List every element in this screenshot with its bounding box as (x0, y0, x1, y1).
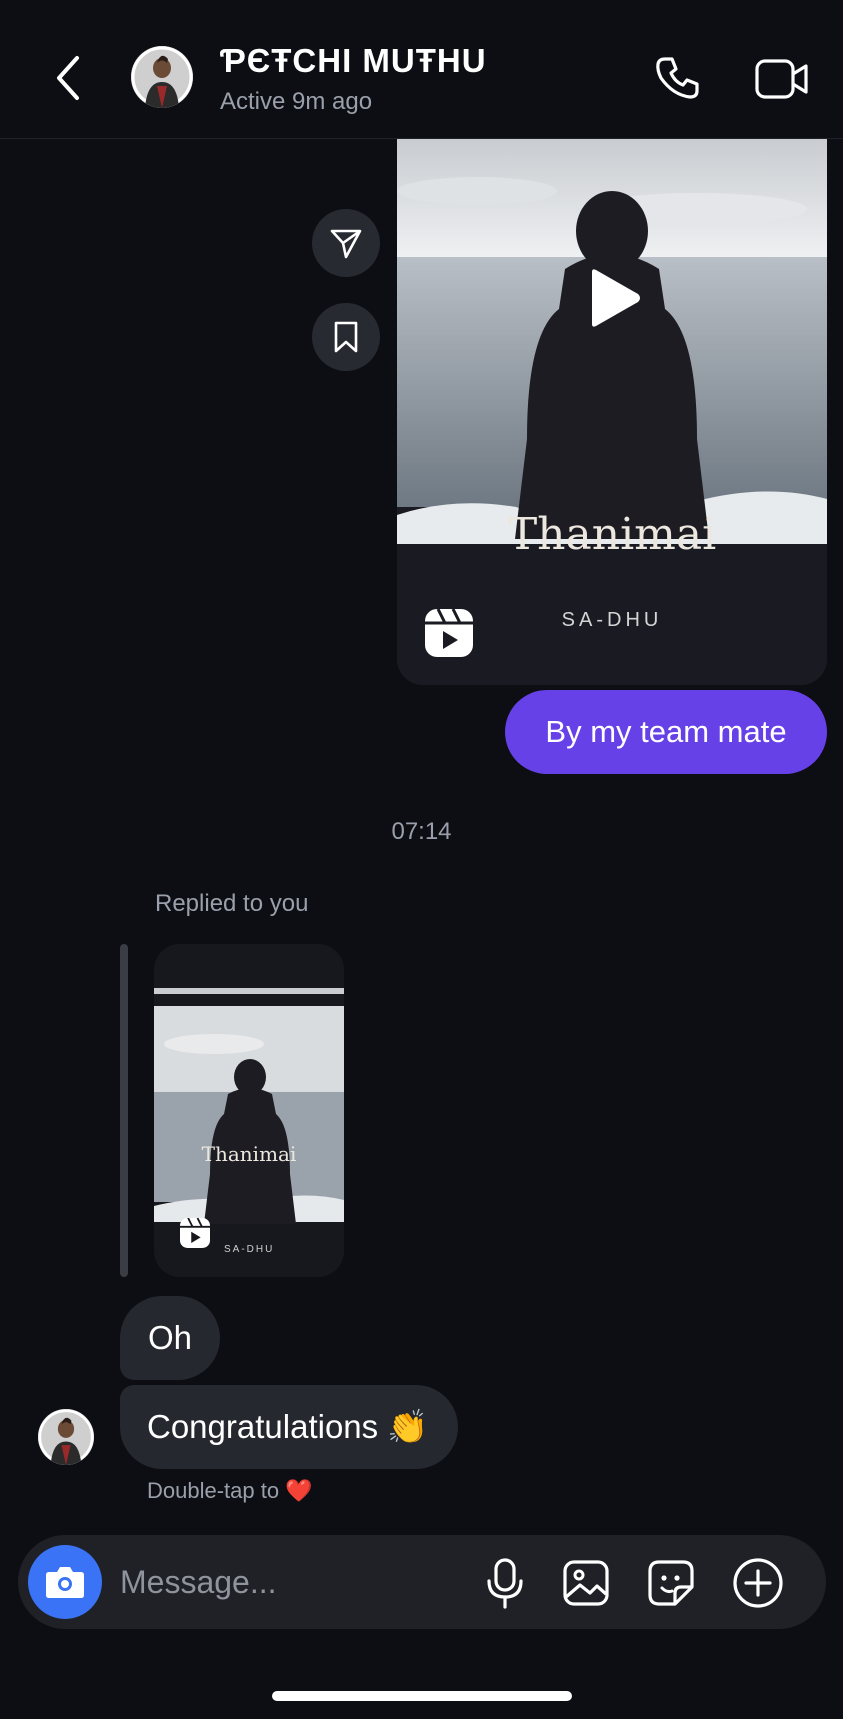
reply-indicator-line (120, 944, 128, 1277)
call-button[interactable] (652, 52, 702, 104)
play-icon (592, 269, 640, 327)
video-camera-icon (755, 59, 808, 99)
active-status: Active 9m ago (220, 88, 373, 115)
outgoing-message-text: By my team mate (545, 714, 787, 749)
message-input[interactable] (120, 1560, 450, 1604)
save-button[interactable] (312, 303, 380, 371)
message-timestamp: 07:14 (391, 818, 452, 845)
replied-reel-title: Thanimai (201, 1142, 297, 1166)
video-call-button[interactable] (754, 56, 810, 102)
contact-name[interactable]: ƤЄŦCHI MUŦHU (220, 42, 487, 80)
replied-reel-author: SA-DHU (224, 1244, 275, 1255)
outgoing-message[interactable]: By my team mate (505, 690, 827, 774)
incoming-message-text: Oh (148, 1319, 193, 1356)
bookmark-icon (334, 321, 358, 353)
shared-reel[interactable]: Thanimai SA-DHU (397, 139, 827, 685)
play-button[interactable] (582, 264, 646, 332)
phone-icon (656, 57, 699, 99)
incoming-message-text: Congratulations 👏 (147, 1407, 429, 1445)
voice-message-button[interactable] (482, 1556, 528, 1610)
home-indicator (272, 1691, 572, 1701)
chevron-left-icon (57, 56, 79, 100)
back-button[interactable] (48, 52, 88, 104)
plus-circle-icon (733, 1558, 783, 1608)
sender-avatar[interactable] (38, 1409, 94, 1465)
send-icon (330, 229, 362, 259)
incoming-message[interactable]: Oh (120, 1296, 221, 1380)
sticker-button[interactable] (646, 1558, 696, 1608)
gallery-button[interactable] (561, 1558, 611, 1608)
reel-thumbnail (397, 139, 827, 685)
reel-title: Thanimai (507, 509, 717, 560)
replied-reel-thumbnail[interactable]: Thanimai SA-DHU (154, 944, 344, 1277)
reels-icon (425, 609, 473, 657)
replied-label: Replied to you (155, 890, 309, 917)
more-options-button[interactable] (731, 1556, 785, 1610)
sticker-icon (648, 1560, 694, 1606)
camera-icon (46, 1567, 84, 1598)
camera-button[interactable] (28, 1545, 102, 1619)
share-button[interactable] (312, 209, 380, 277)
double-tap-hint: Double-tap to ❤️ (147, 1478, 313, 1503)
microphone-icon (487, 1558, 523, 1609)
gallery-icon (563, 1560, 609, 1606)
chat-header: ƤЄŦCHI MUŦHU Active 9m ago (0, 0, 843, 139)
reels-icon (180, 1218, 210, 1248)
incoming-message[interactable]: Congratulations 👏 (120, 1385, 459, 1469)
contact-avatar[interactable] (131, 46, 193, 108)
